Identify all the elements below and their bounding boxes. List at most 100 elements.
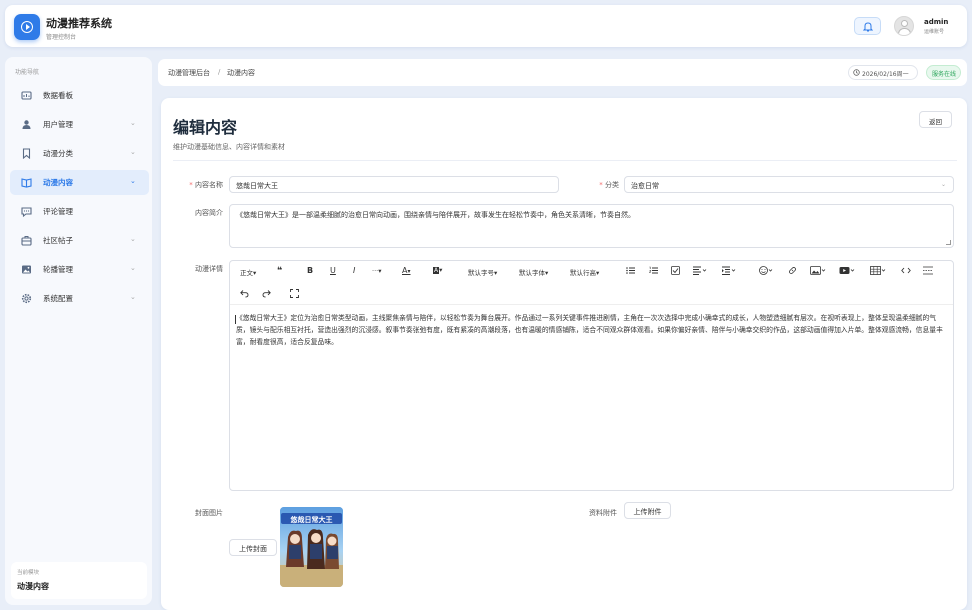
chevron-down-icon: ⌄ (130, 235, 136, 243)
bookmark-icon (22, 148, 31, 159)
resize-handle[interactable] (946, 240, 951, 245)
image-icon (22, 265, 31, 274)
user-menu[interactable]: admin 运维账号 (892, 14, 960, 40)
attachment-label: 资料附件 (589, 509, 617, 517)
date-chip: 2026/02/16周一 (848, 65, 918, 80)
sidebar-item-posts[interactable]: 社区帖子 ⌄ (10, 228, 149, 253)
quote-button[interactable]: ❝ (277, 266, 282, 276)
upload-cover-button[interactable]: 上传封面 (229, 539, 277, 556)
redo-icon[interactable] (262, 289, 271, 298)
align-icon[interactable] (693, 266, 707, 275)
intro-textarea[interactable]: 《悠哉日常大王》是一部温柔细腻的治愈日常向动画，围绕亲情与陪伴展开，故事发生在轻… (229, 204, 954, 248)
line-height-select[interactable]: 默认行高▾ (570, 267, 599, 277)
font-family-select[interactable]: 默认字体▾ (519, 267, 548, 277)
emoji-icon[interactable] (759, 266, 773, 275)
bullet-list-icon[interactable] (626, 266, 635, 275)
dashboard-icon (21, 91, 32, 100)
sidebar-item-content[interactable]: 动漫内容 ⌄ (10, 170, 149, 195)
breadcrumb-separator: / (218, 68, 221, 76)
sidebar-item-label: 系统配置 (43, 294, 73, 303)
sidebar-item-label: 数据看板 (43, 91, 73, 100)
video-insert-icon[interactable] (839, 266, 855, 275)
todo-list-icon[interactable] (671, 266, 680, 275)
sidebar-item-categories[interactable]: 动漫分类 ⌄ (10, 141, 149, 166)
app-title: 动漫推荐系统 (46, 17, 112, 30)
sidebar-item-settings[interactable]: 系统配置 ⌄ (10, 286, 149, 311)
nav-caption: 功能导航 (15, 69, 40, 76)
book-icon (21, 178, 32, 188)
sidebar-item-users[interactable]: 用户管理 ⌄ (10, 112, 149, 137)
comment-icon (21, 207, 32, 217)
sidebar-item-label: 用户管理 (43, 120, 73, 129)
divider-insert-icon[interactable] (923, 266, 933, 275)
sidebar-item-label: 评论管理 (43, 207, 73, 216)
intro-textarea-value: 《悠哉日常大王》是一部温柔细腻的治愈日常向动画，围绕亲情与陪伴展开，故事发生在轻… (236, 211, 635, 219)
divider (173, 160, 957, 161)
status-text: 服务在线 (932, 71, 957, 78)
name-input-value: 悠哉日常大王 (236, 182, 278, 190)
clock-icon (853, 69, 860, 76)
sidebar-item-carousel[interactable]: 轮播管理 ⌄ (10, 257, 149, 282)
cover-image-title: 悠哉日常大王 (290, 516, 333, 524)
notification-button[interactable] (854, 17, 881, 35)
name-input[interactable]: 悠哉日常大王 (229, 176, 559, 193)
sidebar-item-comments[interactable]: 评论管理 (10, 199, 149, 224)
user-icon (22, 120, 31, 129)
current-module-card: 当前模块 动漫内容 (11, 562, 147, 599)
page-subtitle: 维护动漫基础信息、内容详情和素材 (173, 143, 285, 151)
font-color-button[interactable]: A▾ (402, 266, 411, 275)
undo-icon[interactable] (240, 289, 249, 298)
more-style-button[interactable]: ···▾ (372, 267, 381, 275)
sidebar-item-label: 社区帖子 (43, 236, 73, 245)
italic-button[interactable]: I (353, 266, 355, 275)
editor-toolbar: 正文▾ ❝ B U I ···▾ A▾ A▾ 默认字号▾ 默认字体▾ 默认行高▾ (230, 261, 953, 305)
bell-icon (863, 22, 873, 32)
category-select[interactable]: 治愈日常 ⌄ (624, 176, 954, 193)
upload-cover-label: 上传封面 (239, 545, 267, 553)
chevron-down-icon: ⌄ (130, 293, 136, 301)
background-color-button[interactable]: A▾ (433, 266, 442, 274)
back-button[interactable]: 返回 (919, 111, 952, 128)
fullscreen-icon[interactable] (290, 289, 299, 298)
breadcrumb: 动漫管理后台 / 动漫内容 2026/02/16周一 服务在线 (158, 59, 967, 86)
image-insert-icon[interactable] (810, 266, 826, 275)
briefcase-icon (21, 236, 32, 246)
cover-image[interactable]: 悠哉日常大王 (280, 507, 343, 587)
date-text: 2026/02/16周一 (862, 71, 909, 78)
edit-content-card: 编辑内容 维护动漫基础信息、内容详情和素材 返回 * 内容名称 悠哉日常大王 *… (161, 98, 967, 610)
sidebar: 功能导航 数据看板 用户管理 ⌄ 动漫分类 ⌄ 动漫内容 ⌄ 评论管理 社区帖子… (5, 57, 152, 605)
rich-text-editor: 正文▾ ❝ B U I ···▾ A▾ A▾ 默认字号▾ 默认字体▾ 默认行高▾ (229, 260, 954, 491)
current-module-caption: 当前模块 (17, 570, 40, 576)
user-name: admin (924, 18, 949, 26)
numbered-list-icon[interactable] (649, 266, 658, 275)
back-button-label: 返回 (929, 118, 942, 126)
breadcrumb-root[interactable]: 动漫管理后台 (168, 68, 210, 78)
upload-attachment-button[interactable]: 上传附件 (624, 502, 671, 519)
app-subtitle: 管理控制台 (46, 34, 77, 41)
table-insert-icon[interactable] (870, 266, 886, 275)
user-role: 运维账号 (924, 29, 945, 35)
chevron-down-icon: ⌄ (130, 148, 136, 156)
category-label: * 分类 (599, 181, 619, 189)
sidebar-item-label: 动漫内容 (43, 178, 73, 187)
status-badge: 服务在线 (926, 65, 961, 80)
link-icon[interactable] (788, 266, 797, 275)
top-bar: 动漫推荐系统 管理控制台 admin 运维账号 (5, 5, 967, 47)
code-icon[interactable] (901, 266, 911, 275)
upload-attachment-label: 上传附件 (633, 508, 662, 516)
bold-button[interactable]: B (307, 266, 313, 275)
font-size-select[interactable]: 默认字号▾ (468, 267, 497, 277)
sidebar-item-label: 轮播管理 (43, 265, 73, 274)
underline-button[interactable]: U (330, 266, 336, 275)
chevron-down-icon: ⌄ (130, 177, 136, 185)
category-select-value: 治愈日常 (631, 182, 659, 190)
sidebar-item-dashboard[interactable]: 数据看板 (10, 83, 149, 108)
chevron-down-icon: ⌄ (130, 119, 136, 127)
avatar (894, 16, 914, 36)
editor-content[interactable]: 《悠哉日常大王》定位为治愈日常类型动画，主线聚焦亲情与陪伴，以轻松节奏为舞台展开… (236, 313, 948, 348)
chevron-down-icon: ⌄ (130, 264, 136, 272)
paragraph-select[interactable]: 正文▾ (240, 267, 256, 277)
chevron-down-icon: ⌄ (940, 181, 946, 188)
indent-icon[interactable] (722, 266, 736, 275)
page-title: 编辑内容 (173, 118, 238, 137)
